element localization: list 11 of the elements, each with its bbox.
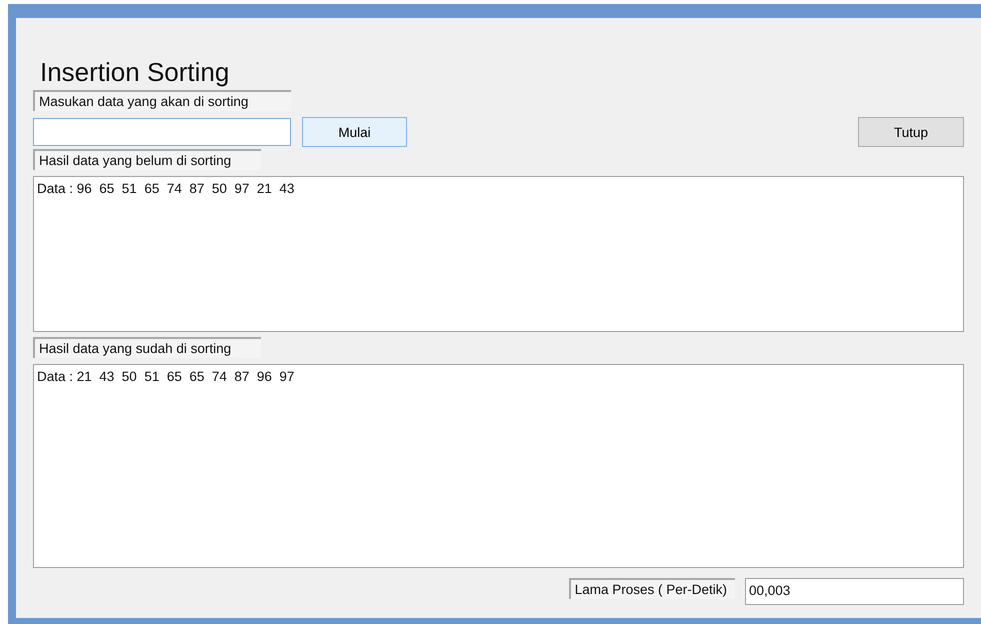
- time-field[interactable]: 00,003: [745, 578, 964, 605]
- form-title: Insertion Sorting: [40, 56, 230, 88]
- field-label: Hasil data yang sudah di sorting: [33, 337, 261, 358]
- output-field[interactable]: Data : 21 43 50 51 65 65 74 87 96 97: [33, 364, 964, 568]
- field-label: Hasil data yang belum di sorting: [33, 149, 261, 170]
- input-field[interactable]: [33, 118, 291, 146]
- start-button[interactable]: Mulai: [302, 117, 407, 147]
- field-label: Masukan data yang akan di sorting: [33, 90, 291, 111]
- close-button[interactable]: Tutup: [858, 117, 964, 147]
- field-label: Lama Proses ( Per-Detik): [568, 578, 735, 599]
- output-field[interactable]: Data : 96 65 51 65 74 87 50 97 21 43: [33, 176, 964, 332]
